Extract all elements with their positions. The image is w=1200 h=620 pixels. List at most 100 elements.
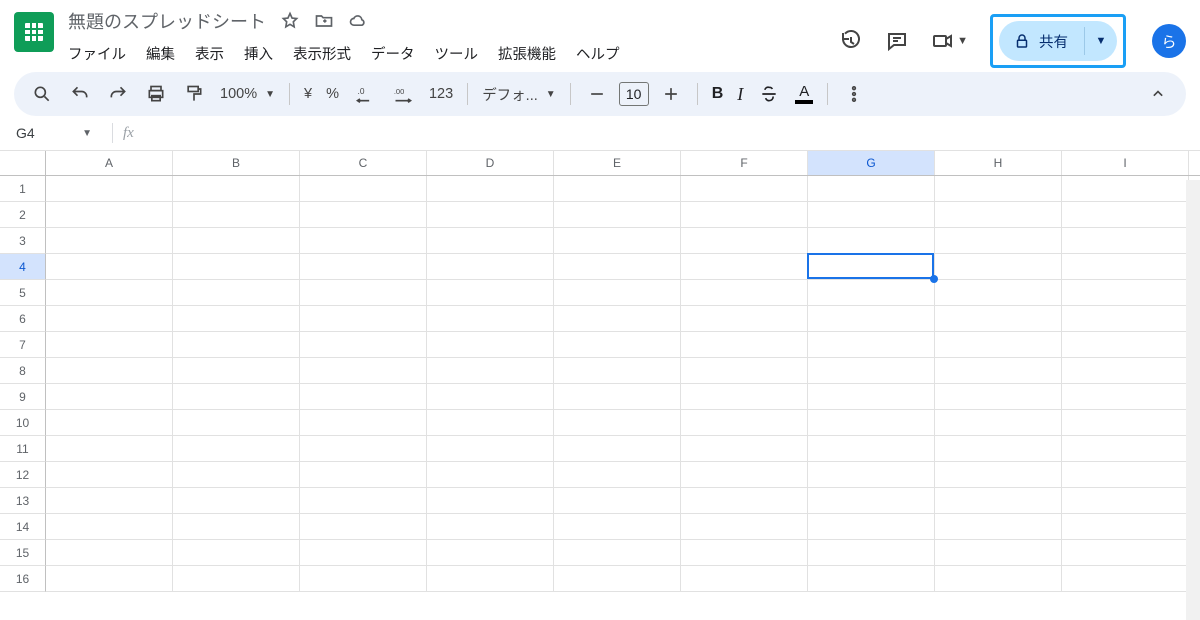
cell[interactable] (46, 306, 173, 332)
name-box[interactable]: G4 ▼ (8, 125, 102, 141)
menu-insert[interactable]: 挿入 (244, 43, 273, 64)
cell[interactable] (935, 410, 1062, 436)
cell[interactable] (300, 358, 427, 384)
cell[interactable] (46, 384, 173, 410)
cell[interactable] (1062, 176, 1189, 202)
cell[interactable] (300, 176, 427, 202)
cell[interactable] (46, 358, 173, 384)
menu-view[interactable]: 表示 (195, 43, 224, 64)
cell[interactable] (300, 306, 427, 332)
cloud-status-icon[interactable] (348, 11, 368, 31)
cell[interactable] (46, 280, 173, 306)
move-folder-icon[interactable] (314, 11, 334, 31)
column-header[interactable]: G (808, 151, 935, 175)
cell[interactable] (554, 254, 681, 280)
cell[interactable] (808, 566, 935, 592)
cell[interactable] (427, 306, 554, 332)
cell[interactable] (808, 254, 935, 280)
cell[interactable] (173, 332, 300, 358)
cell[interactable] (427, 332, 554, 358)
cell[interactable] (1062, 514, 1189, 540)
row-header[interactable]: 2 (0, 202, 46, 228)
text-color-button[interactable]: A (795, 85, 813, 104)
cell[interactable] (681, 384, 808, 410)
cell[interactable] (681, 280, 808, 306)
menu-extensions[interactable]: 拡張機能 (498, 43, 556, 64)
cell[interactable] (554, 332, 681, 358)
cell[interactable] (681, 488, 808, 514)
cell[interactable] (808, 280, 935, 306)
cell[interactable] (173, 280, 300, 306)
cell[interactable] (1062, 202, 1189, 228)
cell[interactable] (173, 462, 300, 488)
cells-area[interactable] (46, 176, 1189, 592)
column-header[interactable]: D (427, 151, 554, 175)
cell[interactable] (808, 436, 935, 462)
cell[interactable] (1062, 436, 1189, 462)
cell[interactable] (46, 202, 173, 228)
cell[interactable] (554, 540, 681, 566)
percent-button[interactable]: % (326, 86, 339, 102)
row-header[interactable]: 8 (0, 358, 46, 384)
cell[interactable] (173, 540, 300, 566)
column-header[interactable]: H (935, 151, 1062, 175)
cell[interactable] (681, 358, 808, 384)
cell[interactable] (935, 254, 1062, 280)
share-dropdown[interactable]: ▼ (1085, 35, 1117, 47)
cell[interactable] (554, 228, 681, 254)
cell[interactable] (173, 566, 300, 592)
menu-file[interactable]: ファイル (68, 43, 126, 64)
more-vert-icon[interactable] (842, 82, 866, 106)
cell[interactable] (427, 514, 554, 540)
cell[interactable] (935, 488, 1062, 514)
row-header[interactable]: 7 (0, 332, 46, 358)
cell[interactable] (427, 280, 554, 306)
row-header[interactable]: 4 (0, 254, 46, 280)
cell[interactable] (46, 540, 173, 566)
column-header[interactable]: B (173, 151, 300, 175)
cell[interactable] (1062, 228, 1189, 254)
cell[interactable] (1062, 254, 1189, 280)
row-header[interactable]: 3 (0, 228, 46, 254)
cell[interactable] (554, 384, 681, 410)
cell[interactable] (935, 306, 1062, 332)
cell[interactable] (681, 254, 808, 280)
redo-icon[interactable] (106, 82, 130, 106)
row-header[interactable]: 1 (0, 176, 46, 202)
cell[interactable] (427, 384, 554, 410)
row-header[interactable]: 14 (0, 514, 46, 540)
cell[interactable] (46, 488, 173, 514)
cell[interactable] (46, 410, 173, 436)
history-icon[interactable] (839, 29, 863, 53)
cell[interactable] (681, 436, 808, 462)
row-header[interactable]: 13 (0, 488, 46, 514)
cell[interactable] (46, 332, 173, 358)
cell[interactable] (1062, 540, 1189, 566)
cell[interactable] (300, 488, 427, 514)
cell[interactable] (554, 436, 681, 462)
cell[interactable] (681, 306, 808, 332)
cell[interactable] (300, 384, 427, 410)
row-header[interactable]: 10 (0, 410, 46, 436)
decrease-decimal-icon[interactable]: .0 (353, 82, 377, 106)
cell[interactable] (46, 228, 173, 254)
cell[interactable] (173, 514, 300, 540)
cell[interactable] (173, 306, 300, 332)
cell[interactable] (173, 384, 300, 410)
cell[interactable] (808, 228, 935, 254)
cell[interactable] (427, 358, 554, 384)
cell[interactable] (935, 358, 1062, 384)
cell[interactable] (935, 566, 1062, 592)
column-header[interactable]: C (300, 151, 427, 175)
menu-data[interactable]: データ (371, 43, 415, 64)
cell[interactable] (300, 462, 427, 488)
cell[interactable] (681, 176, 808, 202)
cell[interactable] (173, 488, 300, 514)
cell[interactable] (681, 332, 808, 358)
cell[interactable] (300, 332, 427, 358)
cell[interactable] (300, 280, 427, 306)
row-header[interactable]: 5 (0, 280, 46, 306)
cell[interactable] (808, 540, 935, 566)
vertical-scrollbar[interactable] (1186, 180, 1200, 620)
cell[interactable] (173, 358, 300, 384)
